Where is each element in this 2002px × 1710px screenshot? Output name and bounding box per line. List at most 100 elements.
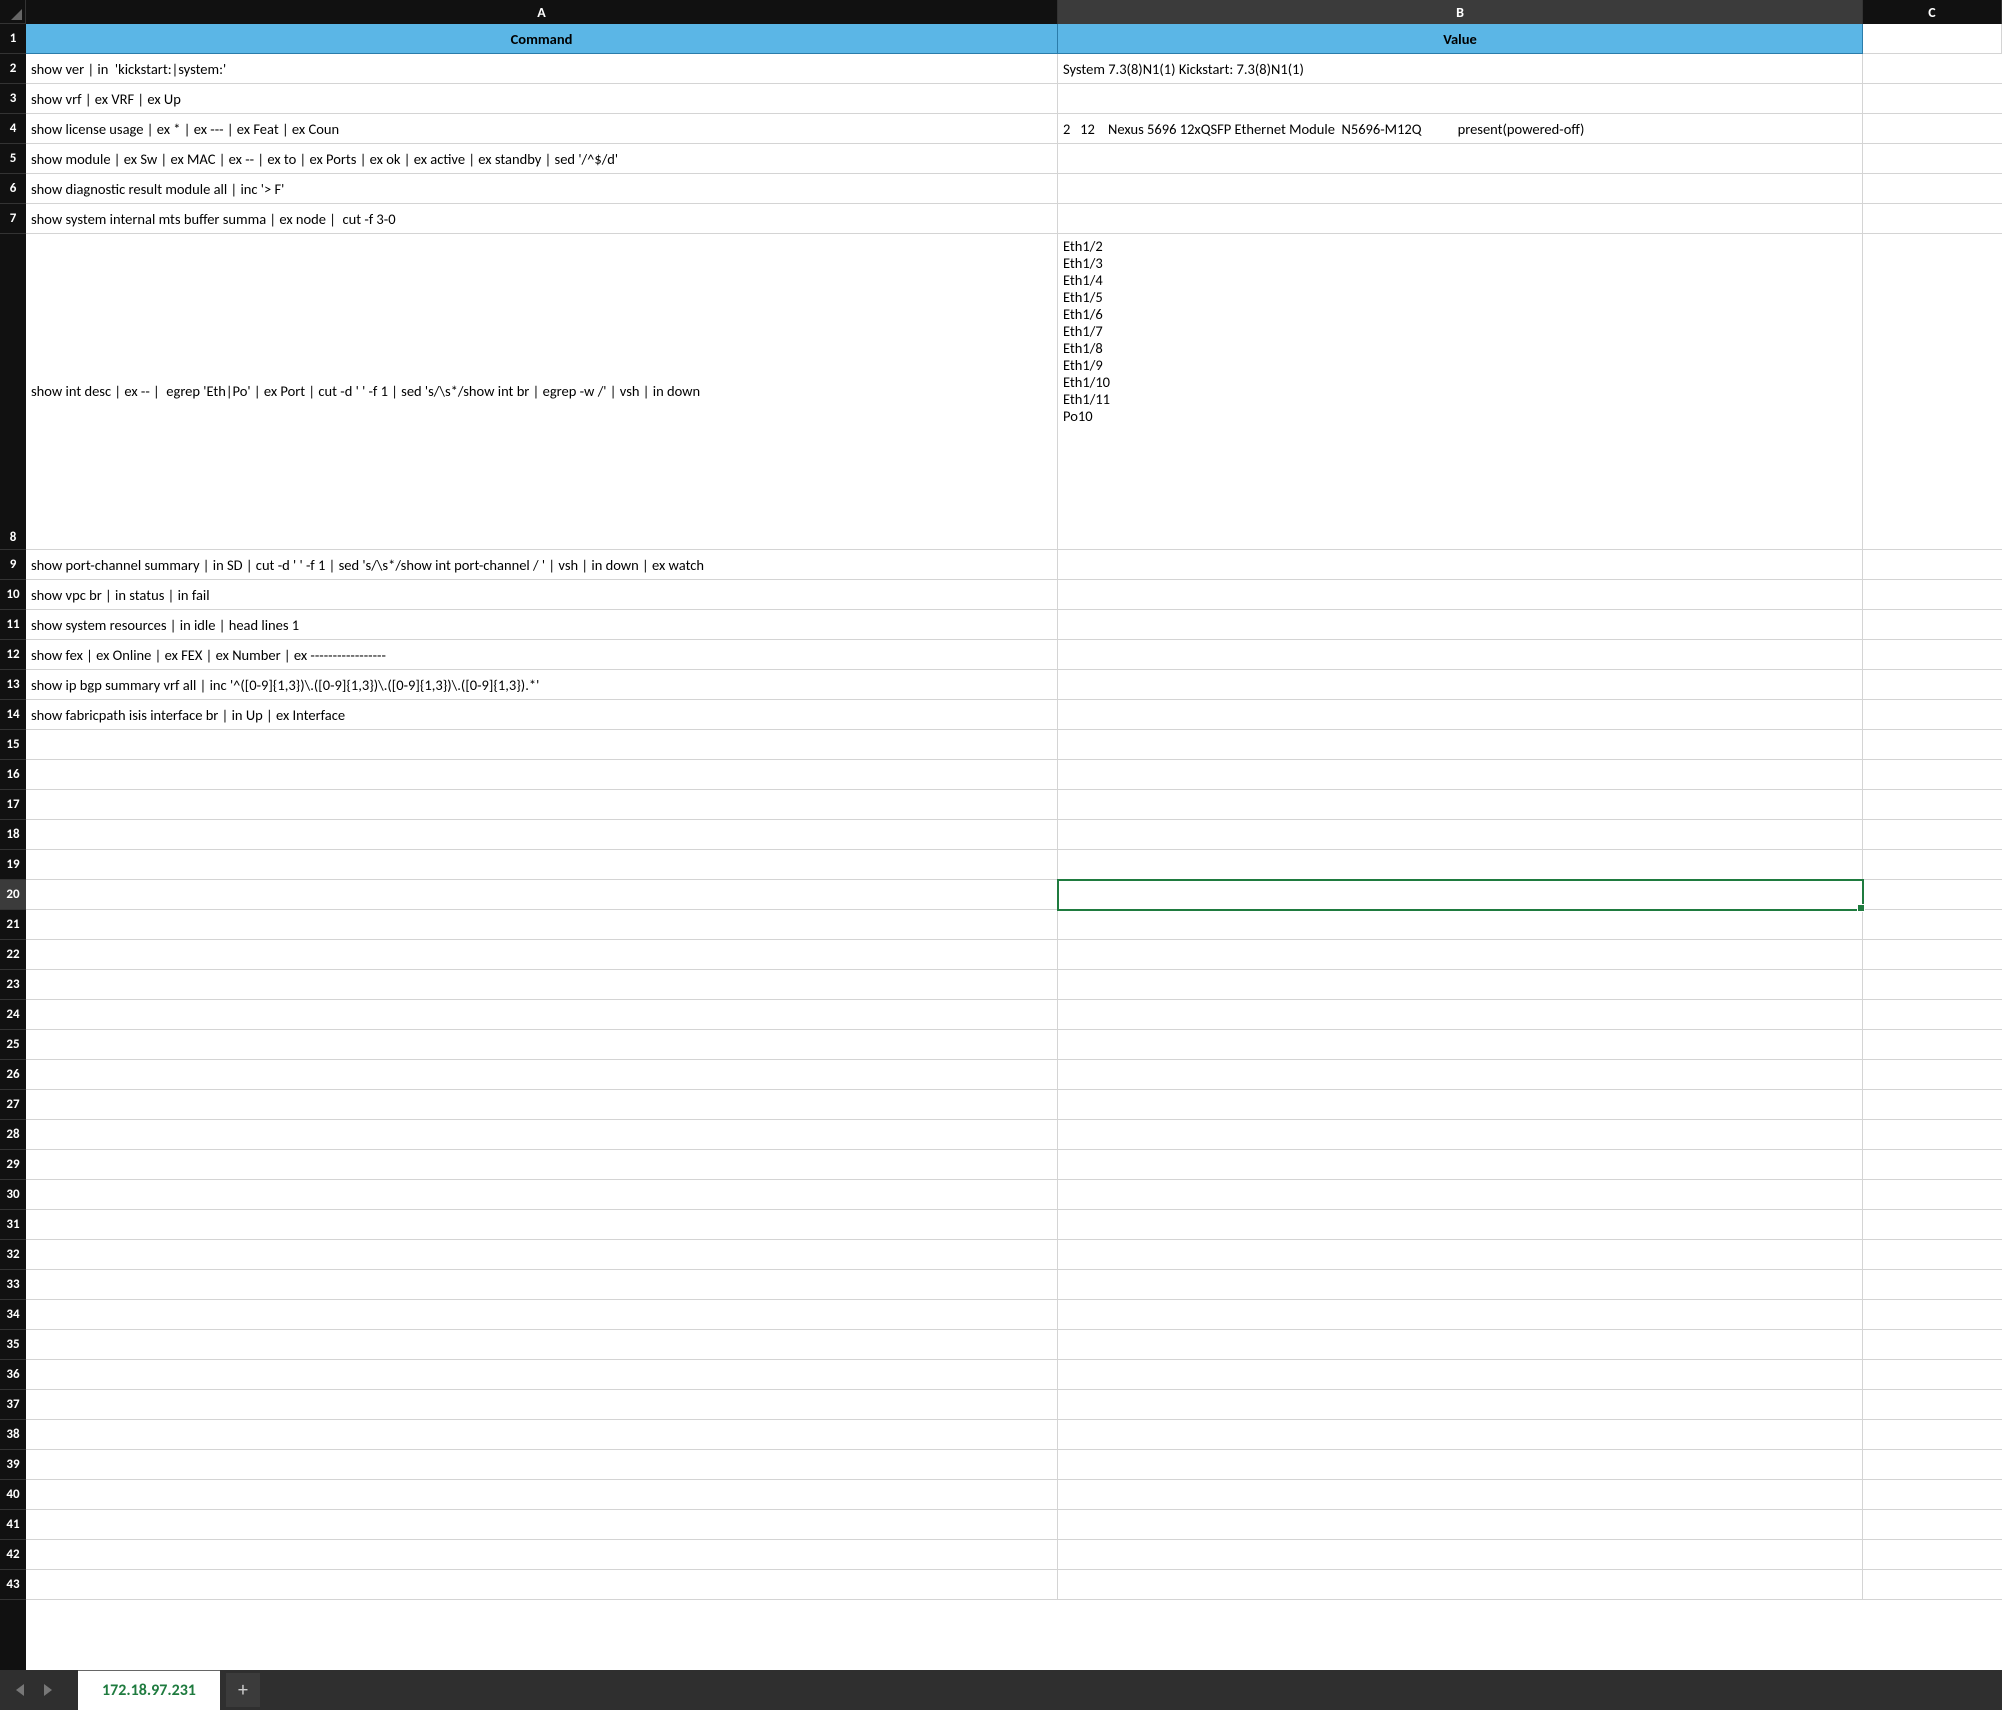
cell[interactable]	[26, 880, 1058, 910]
cell[interactable]	[26, 1000, 1058, 1030]
cell[interactable]	[1058, 550, 1863, 580]
cell[interactable]	[1863, 1090, 2002, 1120]
cell[interactable]	[1058, 144, 1863, 174]
cell[interactable]	[26, 940, 1058, 970]
cell[interactable]	[1058, 940, 1863, 970]
cell[interactable]: show system resources | in idle | head l…	[26, 610, 1058, 640]
cell[interactable]	[26, 1330, 1058, 1360]
cell[interactable]	[1863, 1360, 2002, 1390]
cell[interactable]	[1863, 640, 2002, 670]
cell[interactable]	[26, 760, 1058, 790]
row-header[interactable]: 28	[0, 1120, 26, 1150]
row-header[interactable]: 8	[0, 234, 26, 550]
row-header[interactable]: 21	[0, 910, 26, 940]
cell[interactable]	[1058, 1570, 1863, 1600]
cell[interactable]	[1058, 760, 1863, 790]
add-sheet-button[interactable]: +	[226, 1673, 260, 1707]
cell[interactable]	[1863, 1330, 2002, 1360]
row-header[interactable]: 20	[0, 880, 26, 910]
col-header-c[interactable]: C	[1863, 0, 2002, 24]
row-header[interactable]: 24	[0, 1000, 26, 1030]
select-all-corner[interactable]	[0, 0, 26, 24]
cell[interactable]	[1863, 1120, 2002, 1150]
cell[interactable]	[1863, 1510, 2002, 1540]
row-header[interactable]: 25	[0, 1030, 26, 1060]
cell[interactable]	[1058, 1390, 1863, 1420]
cell[interactable]: System 7.3(8)N1(1) Kickstart: 7.3(8)N1(1…	[1058, 54, 1863, 84]
cell[interactable]	[1058, 640, 1863, 670]
row-header[interactable]: 30	[0, 1180, 26, 1210]
cell[interactable]	[1058, 820, 1863, 850]
row-header[interactable]: 17	[0, 790, 26, 820]
cell[interactable]	[1058, 1120, 1863, 1150]
cell[interactable]	[1058, 1090, 1863, 1120]
row-header[interactable]: 39	[0, 1450, 26, 1480]
cell[interactable]	[26, 970, 1058, 1000]
cell[interactable]	[1058, 1480, 1863, 1510]
row-header[interactable]: 33	[0, 1270, 26, 1300]
row-header[interactable]: 5	[0, 144, 26, 174]
cell[interactable]	[1863, 1150, 2002, 1180]
row-header[interactable]: 9	[0, 550, 26, 580]
cell[interactable]	[26, 730, 1058, 760]
cell[interactable]	[1863, 940, 2002, 970]
cell[interactable]	[1058, 1300, 1863, 1330]
row-header[interactable]: 23	[0, 970, 26, 1000]
tab-nav-next-icon[interactable]	[38, 1681, 56, 1699]
cell[interactable]	[1058, 610, 1863, 640]
row-header[interactable]: 3	[0, 84, 26, 114]
cell[interactable]	[1863, 700, 2002, 730]
cell[interactable]	[26, 1480, 1058, 1510]
cell[interactable]	[1863, 1540, 2002, 1570]
cell[interactable]	[1863, 24, 2002, 54]
cell[interactable]	[1863, 1270, 2002, 1300]
cell[interactable]: show fex | ex Online | ex FEX | ex Numbe…	[26, 640, 1058, 670]
cell[interactable]	[1058, 1330, 1863, 1360]
cell[interactable]	[1058, 1420, 1863, 1450]
cell[interactable]	[1863, 970, 2002, 1000]
cell[interactable]	[1863, 1300, 2002, 1330]
cell[interactable]	[26, 1570, 1058, 1600]
cell[interactable]: show system internal mts buffer summa | …	[26, 204, 1058, 234]
cell[interactable]	[1863, 1210, 2002, 1240]
row-header[interactable]: 31	[0, 1210, 26, 1240]
row-header[interactable]: 4	[0, 114, 26, 144]
cell[interactable]	[1863, 174, 2002, 204]
cell[interactable]	[1863, 550, 2002, 580]
cell[interactable]	[1058, 174, 1863, 204]
cell[interactable]	[1863, 204, 2002, 234]
cell[interactable]	[26, 1390, 1058, 1420]
cell[interactable]	[1058, 1450, 1863, 1480]
cell[interactable]	[26, 1270, 1058, 1300]
cell[interactable]	[1863, 1450, 2002, 1480]
cell[interactable]	[1058, 700, 1863, 730]
cell[interactable]	[1058, 910, 1863, 940]
cell[interactable]	[1058, 1270, 1863, 1300]
cell[interactable]	[26, 790, 1058, 820]
cell[interactable]	[1863, 1570, 2002, 1600]
cell[interactable]	[1863, 1390, 2002, 1420]
cell[interactable]	[26, 850, 1058, 880]
cell[interactable]	[1058, 970, 1863, 1000]
cell[interactable]: show fabricpath isis interface br | in U…	[26, 700, 1058, 730]
cell[interactable]	[1863, 1240, 2002, 1270]
cell[interactable]: show vpc br | in status | in fail	[26, 580, 1058, 610]
cell[interactable]	[1863, 880, 2002, 910]
cell[interactable]: show diagnostic result module all | inc …	[26, 174, 1058, 204]
cell[interactable]	[1863, 820, 2002, 850]
cell[interactable]	[26, 1510, 1058, 1540]
cell[interactable]: show module | ex Sw | ex MAC | ex -- | e…	[26, 144, 1058, 174]
cell[interactable]	[26, 1090, 1058, 1120]
row-header[interactable]: 7	[0, 204, 26, 234]
cell[interactable]	[26, 1060, 1058, 1090]
cell[interactable]: show int desc | ex -- | egrep 'Eth|Po' |…	[26, 234, 1058, 550]
row-header[interactable]: 32	[0, 1240, 26, 1270]
cell[interactable]	[26, 1450, 1058, 1480]
cell[interactable]	[1058, 670, 1863, 700]
cell[interactable]	[1863, 670, 2002, 700]
cell[interactable]	[1863, 730, 2002, 760]
row-header[interactable]: 18	[0, 820, 26, 850]
cell[interactable]	[1058, 1210, 1863, 1240]
row-header[interactable]: 19	[0, 850, 26, 880]
cell[interactable]	[1863, 234, 2002, 550]
